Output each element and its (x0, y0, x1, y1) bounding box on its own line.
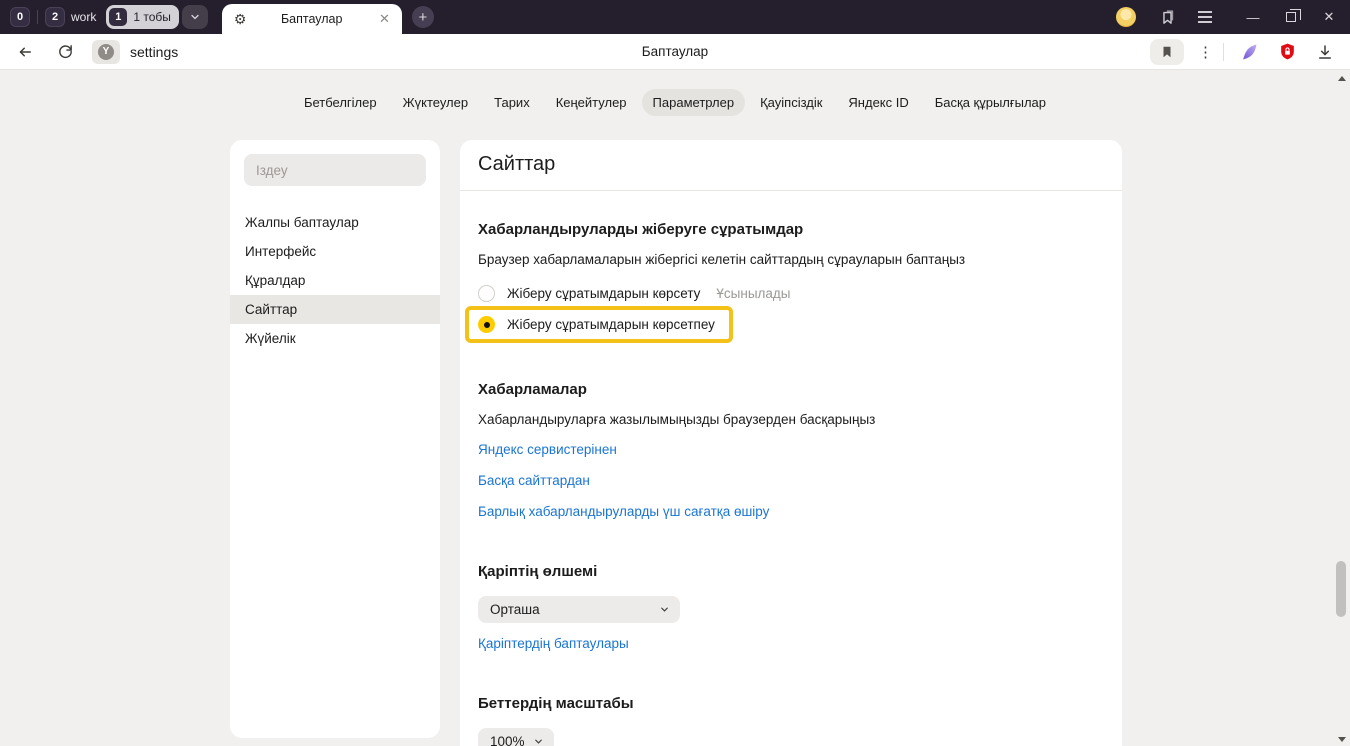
bookmark-icon (1160, 45, 1174, 59)
scrollbar-thumb[interactable] (1336, 561, 1346, 617)
browser-tab-title: Баптаулар (246, 12, 377, 26)
download-icon[interactable] (1310, 38, 1340, 66)
titlebar-separator (37, 10, 38, 24)
page-zoom-dropdown[interactable]: 100% (478, 728, 554, 746)
toolbar-page-title: Баптаулар (0, 44, 1350, 59)
avatar[interactable] (1116, 7, 1136, 27)
scrollbar-down-icon[interactable] (1338, 737, 1346, 742)
gear-icon: ⚙ (234, 11, 247, 28)
window-close-button[interactable]: ✕ (1314, 4, 1344, 30)
section-font-size: Қаріптің өлшемі Орташа Қаріптердің бапта… (478, 563, 1104, 651)
sidebar-item-tools[interactable]: Құралдар (230, 266, 440, 295)
tab-group-active-label: 1 тобы (133, 10, 171, 24)
page-title: Сайттар (478, 140, 1104, 190)
more-options-icon[interactable]: ⋮ (1198, 43, 1213, 61)
search-input[interactable] (244, 154, 426, 186)
new-tab-button[interactable]: + (412, 6, 434, 28)
tab-close-icon[interactable]: ✕ (377, 11, 392, 27)
side-panel-bookmarks-icon[interactable] (1154, 4, 1180, 30)
sidebar-list: Жалпы баптаулар Интерфейс Құралдар Сайтт… (230, 208, 440, 353)
link-mute-all-three-hours[interactable]: Барлық хабарландыруларды үш сағатқа өшір… (478, 504, 769, 519)
scrollbar-up-icon[interactable] (1338, 76, 1346, 81)
tab-counter-badge[interactable]: 0 (10, 7, 30, 27)
titlebar: 0 2 work 1 1 тобы ⚙ Баптаулар ✕ + — ✕ (0, 0, 1350, 34)
reload-icon[interactable] (50, 38, 80, 66)
push-requests-heading: Хабарландыруларды жіберуге сұратымдар (478, 221, 1104, 238)
font-size-dropdown[interactable]: Орташа (478, 596, 680, 623)
divider (460, 190, 1122, 191)
window-minimize-button[interactable]: — (1238, 4, 1268, 30)
link-yandex-services[interactable]: Яндекс сервистерінен (478, 442, 617, 457)
nav-tab-history[interactable]: Тарих (483, 89, 541, 116)
tab-group-chevron-button[interactable] (182, 5, 208, 29)
page-zoom-heading: Беттердің масштабы (478, 695, 1104, 712)
tab-group-work-label[interactable]: work (71, 10, 96, 24)
notifications-heading: Хабарламалар (478, 381, 1104, 398)
site-favicon-chip[interactable]: Y (92, 40, 120, 64)
chevron-down-icon (533, 736, 544, 746)
notifications-description: Хабарландыруларға жазылымыңызды браузерд… (478, 412, 1104, 427)
bookmark-button[interactable] (1150, 39, 1184, 65)
back-icon[interactable] (10, 38, 40, 66)
browser-toolbar: Баптаулар Y settings ⋮ (0, 34, 1350, 70)
sidebar-item-general[interactable]: Жалпы баптаулар (230, 208, 440, 237)
address-bar-url[interactable]: settings (130, 44, 178, 60)
section-page-zoom: Беттердің масштабы 100% Сайттың баптаула… (478, 695, 1104, 746)
radio-show-label[interactable]: Жіберу сұратымдарын көрсету (507, 286, 700, 301)
section-notifications: Хабарламалар Хабарландыруларға жазылымың… (478, 381, 1104, 519)
radio-hide-label[interactable]: Жіберу сұратымдарын көрсетпеу (507, 317, 715, 332)
link-other-sites[interactable]: Басқа сайттардан (478, 473, 590, 488)
nav-tab-settings[interactable]: Параметрлер (642, 89, 746, 116)
sidebar-item-sites[interactable]: Сайттар (230, 295, 440, 324)
alice-feather-icon[interactable] (1234, 38, 1264, 66)
page-scrollbar[interactable] (1333, 71, 1350, 746)
link-font-settings[interactable]: Қаріптердің баптаулары (478, 636, 629, 651)
nav-tab-downloads[interactable]: Жүктеулер (392, 89, 480, 116)
page-zoom-value: 100% (490, 734, 525, 746)
chevron-down-icon (659, 604, 670, 615)
annotation-highlight-box: Жіберу сұратымдарын көрсетпеу (465, 306, 733, 343)
sidebar-item-system[interactable]: Жүйелік (230, 324, 440, 353)
recommended-badge: Ұсынылады (716, 286, 790, 301)
radio-selected-icon[interactable] (478, 316, 495, 333)
tab-group-active-badge: 1 (109, 8, 127, 26)
push-requests-description: Браузер хабарламаларын жібергісі келетін… (478, 252, 1104, 267)
yandex-favicon-icon: Y (98, 44, 114, 60)
radio-option-hide-requests[interactable]: Жіберу сұратымдарын көрсетпеу (478, 316, 715, 333)
nav-tab-security[interactable]: Қауіпсіздік (749, 89, 833, 116)
nav-tab-bookmarks[interactable]: Бетбелгілер (293, 89, 388, 116)
font-size-value: Орташа (490, 602, 540, 617)
settings-nav: Бетбелгілер Жүктеулер Тарих Кеңейтулер П… (0, 71, 1350, 116)
radio-unselected-icon[interactable] (478, 285, 495, 302)
section-push-requests: Хабарландыруларды жіберуге сұратымдар Бр… (478, 221, 1104, 343)
toolbar-divider (1223, 43, 1224, 61)
browser-tab-settings[interactable]: ⚙ Баптаулар ✕ (222, 4, 402, 34)
sidebar-item-interface[interactable]: Интерфейс (230, 237, 440, 266)
nav-tab-yandex-id[interactable]: Яндекс ID (837, 89, 919, 116)
menu-icon[interactable] (1192, 4, 1218, 30)
font-size-heading: Қаріптің өлшемі (478, 563, 1104, 580)
radio-option-show-requests[interactable]: Жіберу сұратымдарын көрсету Ұсынылады (478, 285, 1104, 302)
chevron-down-icon (189, 11, 201, 23)
settings-page: Бетбелгілер Жүктеулер Тарих Кеңейтулер П… (0, 71, 1350, 746)
window-restore-button[interactable] (1276, 4, 1306, 30)
tab-group-active[interactable]: 1 1 тобы (106, 5, 179, 29)
settings-content: Сайттар Хабарландыруларды жіберуге сұрат… (460, 140, 1122, 746)
nav-tab-other-devices[interactable]: Басқа құрылғылар (924, 89, 1057, 116)
nav-tab-extensions[interactable]: Кеңейтулер (545, 89, 638, 116)
protect-shield-icon[interactable] (1272, 38, 1302, 66)
tab-group-work-badge[interactable]: 2 (45, 7, 65, 27)
settings-sidebar: Жалпы баптаулар Интерфейс Құралдар Сайтт… (230, 140, 440, 738)
restore-icon (1286, 12, 1296, 22)
